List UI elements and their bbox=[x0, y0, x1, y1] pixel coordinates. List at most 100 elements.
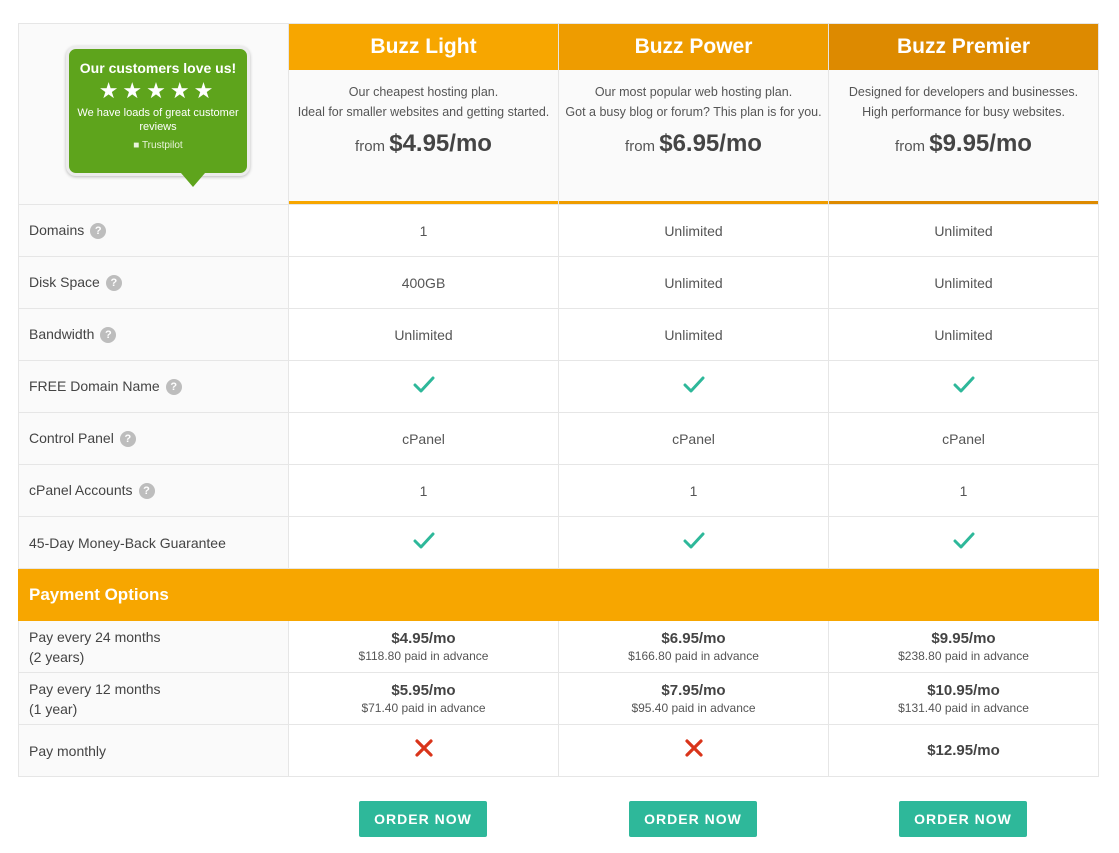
plan-name: Buzz Premier bbox=[829, 24, 1098, 70]
feature-value: Unlimited bbox=[934, 326, 993, 343]
feature-value: Unlimited bbox=[934, 274, 993, 291]
check-icon bbox=[683, 532, 705, 553]
feature-row: FREE Domain Name? bbox=[18, 360, 1099, 413]
feature-value-cell: Unlimited bbox=[558, 256, 829, 309]
feature-label-cell: Control Panel? bbox=[18, 412, 289, 465]
plan-description-line: Ideal for smaller websites and getting s… bbox=[297, 105, 550, 119]
help-icon[interactable]: ? bbox=[105, 275, 122, 292]
plan-name: Buzz Light bbox=[289, 24, 558, 70]
order-now-button[interactable]: ORDER NOW bbox=[899, 801, 1027, 837]
price-prefix: from bbox=[625, 138, 656, 155]
payment-value-cell: $4.95/mo $118.80 paid in advance bbox=[288, 620, 559, 673]
feature-label: FREE Domain Name bbox=[29, 377, 160, 394]
feature-value: Unlimited bbox=[934, 222, 993, 239]
payment-label-cell: Pay monthly bbox=[18, 724, 289, 777]
help-icon[interactable]: ? bbox=[165, 379, 182, 396]
payment-price: $10.95/mo bbox=[927, 682, 1000, 699]
feature-value-cell bbox=[558, 516, 829, 569]
plan-price: from $9.95/mo bbox=[829, 130, 1098, 158]
price-amount: $9.95/mo bbox=[929, 130, 1032, 157]
badge-subtitle: We have loads of great customer reviews bbox=[77, 107, 239, 133]
order-now-button[interactable]: ORDER NOW bbox=[359, 801, 487, 837]
feature-label-cell: Bandwidth? bbox=[18, 308, 289, 361]
plan-column-header: Buzz Light Our cheapest hosting plan. Id… bbox=[288, 23, 559, 205]
payment-price: $6.95/mo bbox=[661, 630, 726, 647]
feature-row: 45-Day Money-Back Guarantee bbox=[18, 516, 1099, 569]
payment-advance: $166.80 paid in advance bbox=[628, 649, 759, 663]
feature-label: cPanel Accounts bbox=[29, 481, 133, 498]
feature-row: cPanel Accounts? 1 1 1 bbox=[18, 464, 1099, 517]
feature-row: Bandwidth? Unlimited Unlimited Unlimited bbox=[18, 308, 1099, 361]
pricing-table: Our customers love us! ★★★★★ We have loa… bbox=[18, 23, 1099, 777]
feature-value: 1 bbox=[959, 482, 968, 499]
feature-value-cell: Unlimited bbox=[558, 308, 829, 361]
help-icon[interactable]: ? bbox=[90, 223, 107, 240]
help-icon[interactable]: ? bbox=[138, 483, 155, 500]
price-prefix: from bbox=[895, 138, 926, 155]
feature-label: Control Panel bbox=[29, 429, 114, 446]
trustpilot-badge[interactable]: Our customers love us! ★★★★★ We have loa… bbox=[66, 46, 250, 187]
check-icon bbox=[683, 376, 705, 397]
trustpilot-logo: ■ Trustpilot bbox=[133, 140, 183, 151]
payment-options-title: Payment Options bbox=[29, 584, 169, 604]
payment-row: Pay every 24 months (2 years) $4.95/mo $11… bbox=[18, 620, 1099, 673]
feature-value-cell: 1 bbox=[288, 464, 559, 517]
price-amount: $6.95/mo bbox=[659, 130, 762, 157]
payment-price: $9.95/mo bbox=[931, 630, 996, 647]
price-amount: $4.95/mo bbox=[389, 130, 492, 157]
payment-price: $7.95/mo bbox=[661, 682, 726, 699]
feature-value-cell: Unlimited bbox=[828, 256, 1099, 309]
feature-value: cPanel bbox=[672, 430, 715, 447]
payment-term: Pay every 24 months bbox=[29, 628, 161, 645]
badge-title: Our customers love us! bbox=[79, 60, 237, 76]
help-icon[interactable]: ? bbox=[100, 327, 117, 344]
feature-value-cell: 1 bbox=[288, 204, 559, 257]
payment-term: Pay every 12 months bbox=[29, 680, 161, 697]
check-icon bbox=[413, 532, 435, 553]
feature-label: 45-Day Money-Back Guarantee bbox=[29, 534, 226, 551]
feature-value-cell: Unlimited bbox=[288, 308, 559, 361]
feature-value: Unlimited bbox=[664, 326, 723, 343]
payment-value-cell: $12.95/mo bbox=[828, 724, 1099, 777]
feature-value-cell: Unlimited bbox=[828, 204, 1099, 257]
payment-value-cell bbox=[558, 724, 829, 777]
order-row: ORDER NOW ORDER NOW ORDER NOW bbox=[18, 801, 1098, 841]
feature-row: Disk Space? 400GB Unlimited Unlimited bbox=[18, 256, 1099, 309]
payment-term-detail: (2 years) bbox=[29, 648, 85, 665]
plan-accent-bar bbox=[829, 201, 1098, 204]
feature-value: Unlimited bbox=[394, 326, 453, 343]
feature-value-cell bbox=[828, 516, 1099, 569]
payment-advance: $71.40 paid in advance bbox=[361, 701, 486, 715]
payment-term: Pay monthly bbox=[29, 742, 107, 759]
help-icon[interactable]: ? bbox=[119, 431, 136, 448]
payment-price: $5.95/mo bbox=[391, 682, 456, 699]
feature-value: 1 bbox=[689, 482, 698, 499]
plan-name: Buzz Power bbox=[559, 24, 828, 70]
feature-value-cell bbox=[558, 360, 829, 413]
feature-label: Domains bbox=[29, 221, 85, 238]
feature-label-cell: FREE Domain Name? bbox=[18, 360, 289, 413]
payment-row: Pay monthly $12.95/mo bbox=[18, 724, 1099, 777]
plan-description-line: Our most popular web hosting plan. bbox=[594, 85, 793, 99]
price-prefix: from bbox=[355, 138, 386, 155]
feature-value: cPanel bbox=[942, 430, 985, 447]
plan-price: from $4.95/mo bbox=[289, 130, 558, 158]
feature-value-cell bbox=[288, 516, 559, 569]
feature-label-cell: Disk Space? bbox=[18, 256, 289, 309]
badge-pointer bbox=[181, 173, 205, 187]
pricing-page: Our customers love us! ★★★★★ We have loa… bbox=[18, 23, 1099, 837]
feature-value-cell: Unlimited bbox=[558, 204, 829, 257]
payment-value-cell: $9.95/mo $238.80 paid in advance bbox=[828, 620, 1099, 673]
order-now-button[interactable]: ORDER NOW bbox=[629, 801, 757, 837]
feature-row: Domains? 1 Unlimited Unlimited bbox=[18, 204, 1099, 257]
payment-advance: $118.80 paid in advance bbox=[358, 649, 489, 663]
payment-value-cell: $7.95/mo $95.40 paid in advance bbox=[558, 672, 829, 725]
plan-description-line: Designed for developers and businesses. bbox=[848, 85, 1079, 99]
feature-value-cell: 1 bbox=[828, 464, 1099, 517]
check-icon bbox=[413, 376, 435, 397]
feature-value: 1 bbox=[419, 482, 428, 499]
plan-description-line: Our cheapest hosting plan. bbox=[348, 85, 499, 99]
feature-value: 1 bbox=[419, 222, 428, 239]
feature-label: Bandwidth bbox=[29, 325, 95, 342]
payment-advance: $238.80 paid in advance bbox=[898, 649, 1029, 663]
